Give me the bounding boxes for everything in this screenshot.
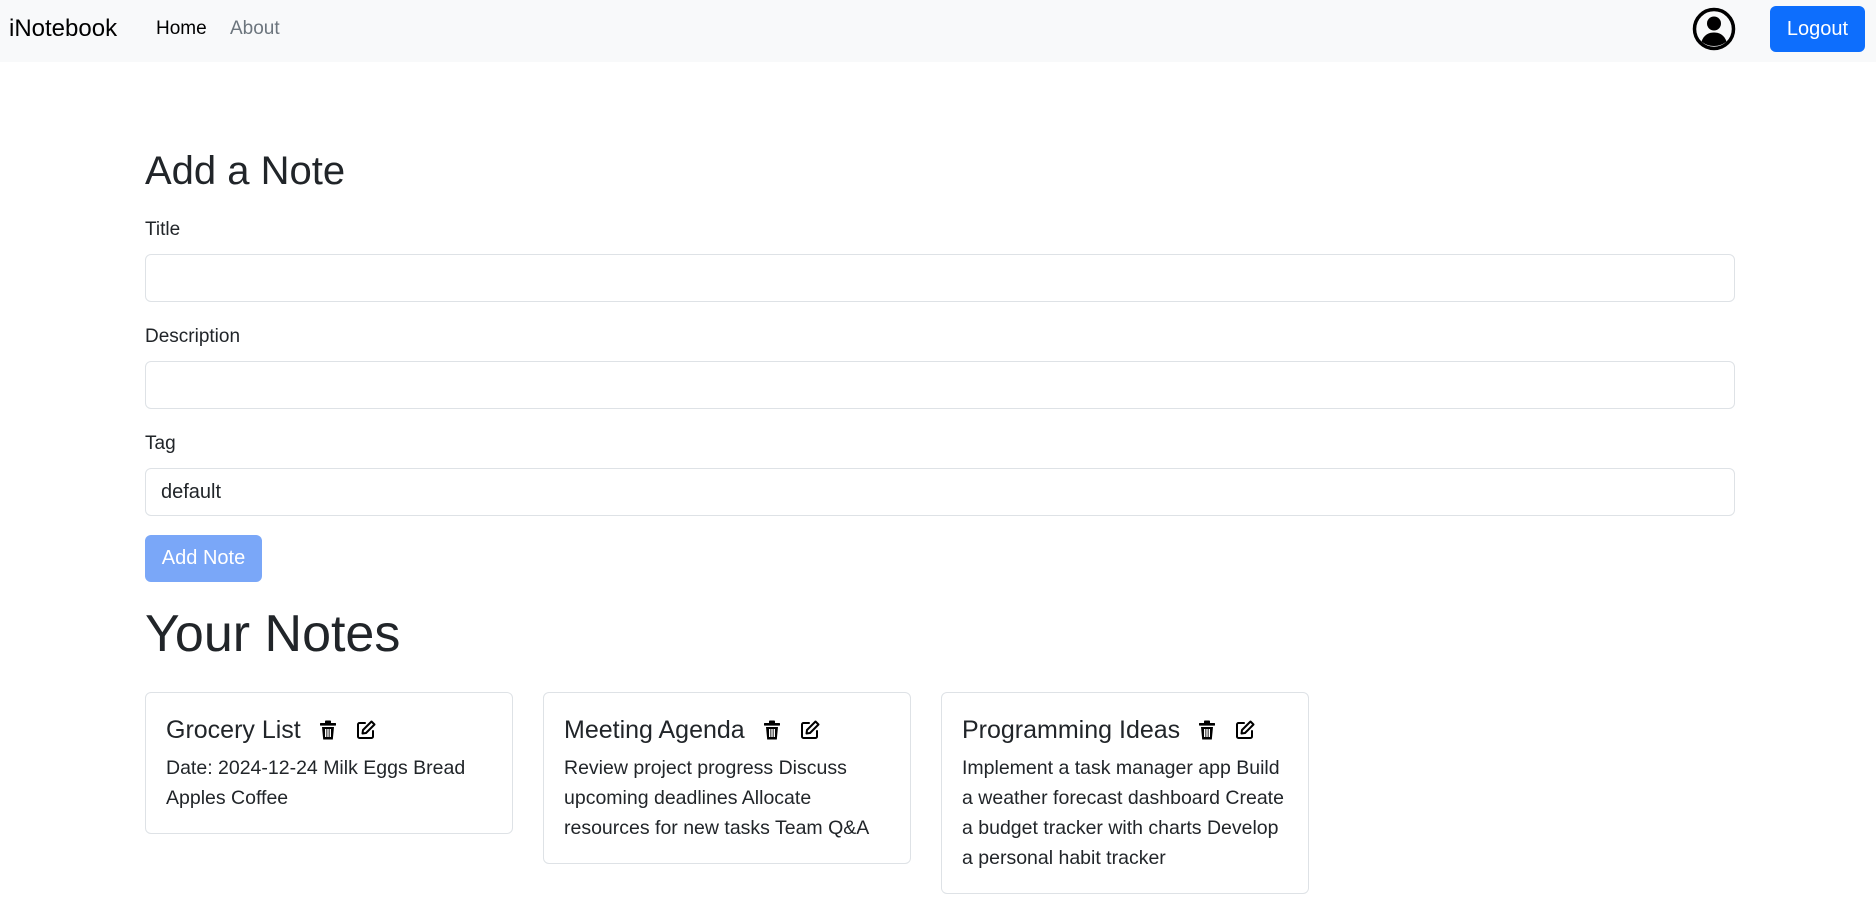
note-title: Grocery List <box>166 716 301 744</box>
description-label: Description <box>145 326 241 347</box>
note-description: Review project progress Discuss upcoming… <box>564 757 870 839</box>
trash-icon[interactable] <box>761 719 783 741</box>
brand-logo[interactable]: iNotebook <box>9 13 117 45</box>
note-card: Meeting Agenda Review project progress D… <box>543 692 911 864</box>
add-note-button[interactable]: Add Note <box>145 535 262 582</box>
tag-input[interactable] <box>145 468 1735 516</box>
description-input[interactable] <box>145 361 1735 409</box>
note-description: Date: 2024-12-24 Milk Eggs Bread Apples … <box>166 757 466 809</box>
note-description: Implement a task manager app Build a wea… <box>962 757 1284 869</box>
nav-link-home[interactable]: Home <box>156 16 207 42</box>
note-header: Grocery List <box>166 713 492 747</box>
note-header: Meeting Agenda <box>564 713 890 747</box>
note-header: Programming Ideas <box>962 713 1288 747</box>
edit-icon[interactable] <box>799 719 821 741</box>
edit-icon[interactable] <box>1234 719 1256 741</box>
tag-label: Tag <box>145 433 176 454</box>
note-card: Programming Ideas Implement a task manag… <box>941 692 1309 894</box>
navbar: iNotebook Home About Logout <box>0 0 1876 62</box>
note-title: Meeting Agenda <box>564 716 745 744</box>
edit-icon[interactable] <box>355 719 377 741</box>
note-card: Grocery List Date: 2024-12-24 Milk Eggs … <box>145 692 513 834</box>
user-circle-icon[interactable] <box>1691 6 1737 52</box>
logout-button[interactable]: Logout <box>1770 6 1865 52</box>
title-input[interactable] <box>145 254 1735 302</box>
nav-link-about[interactable]: About <box>230 16 280 42</box>
trash-icon[interactable] <box>317 719 339 741</box>
add-note-heading: Add a Note <box>145 149 346 193</box>
trash-icon[interactable] <box>1196 719 1218 741</box>
note-title: Programming Ideas <box>962 716 1181 744</box>
title-label: Title <box>145 219 181 240</box>
your-notes-heading: Your Notes <box>145 605 401 663</box>
